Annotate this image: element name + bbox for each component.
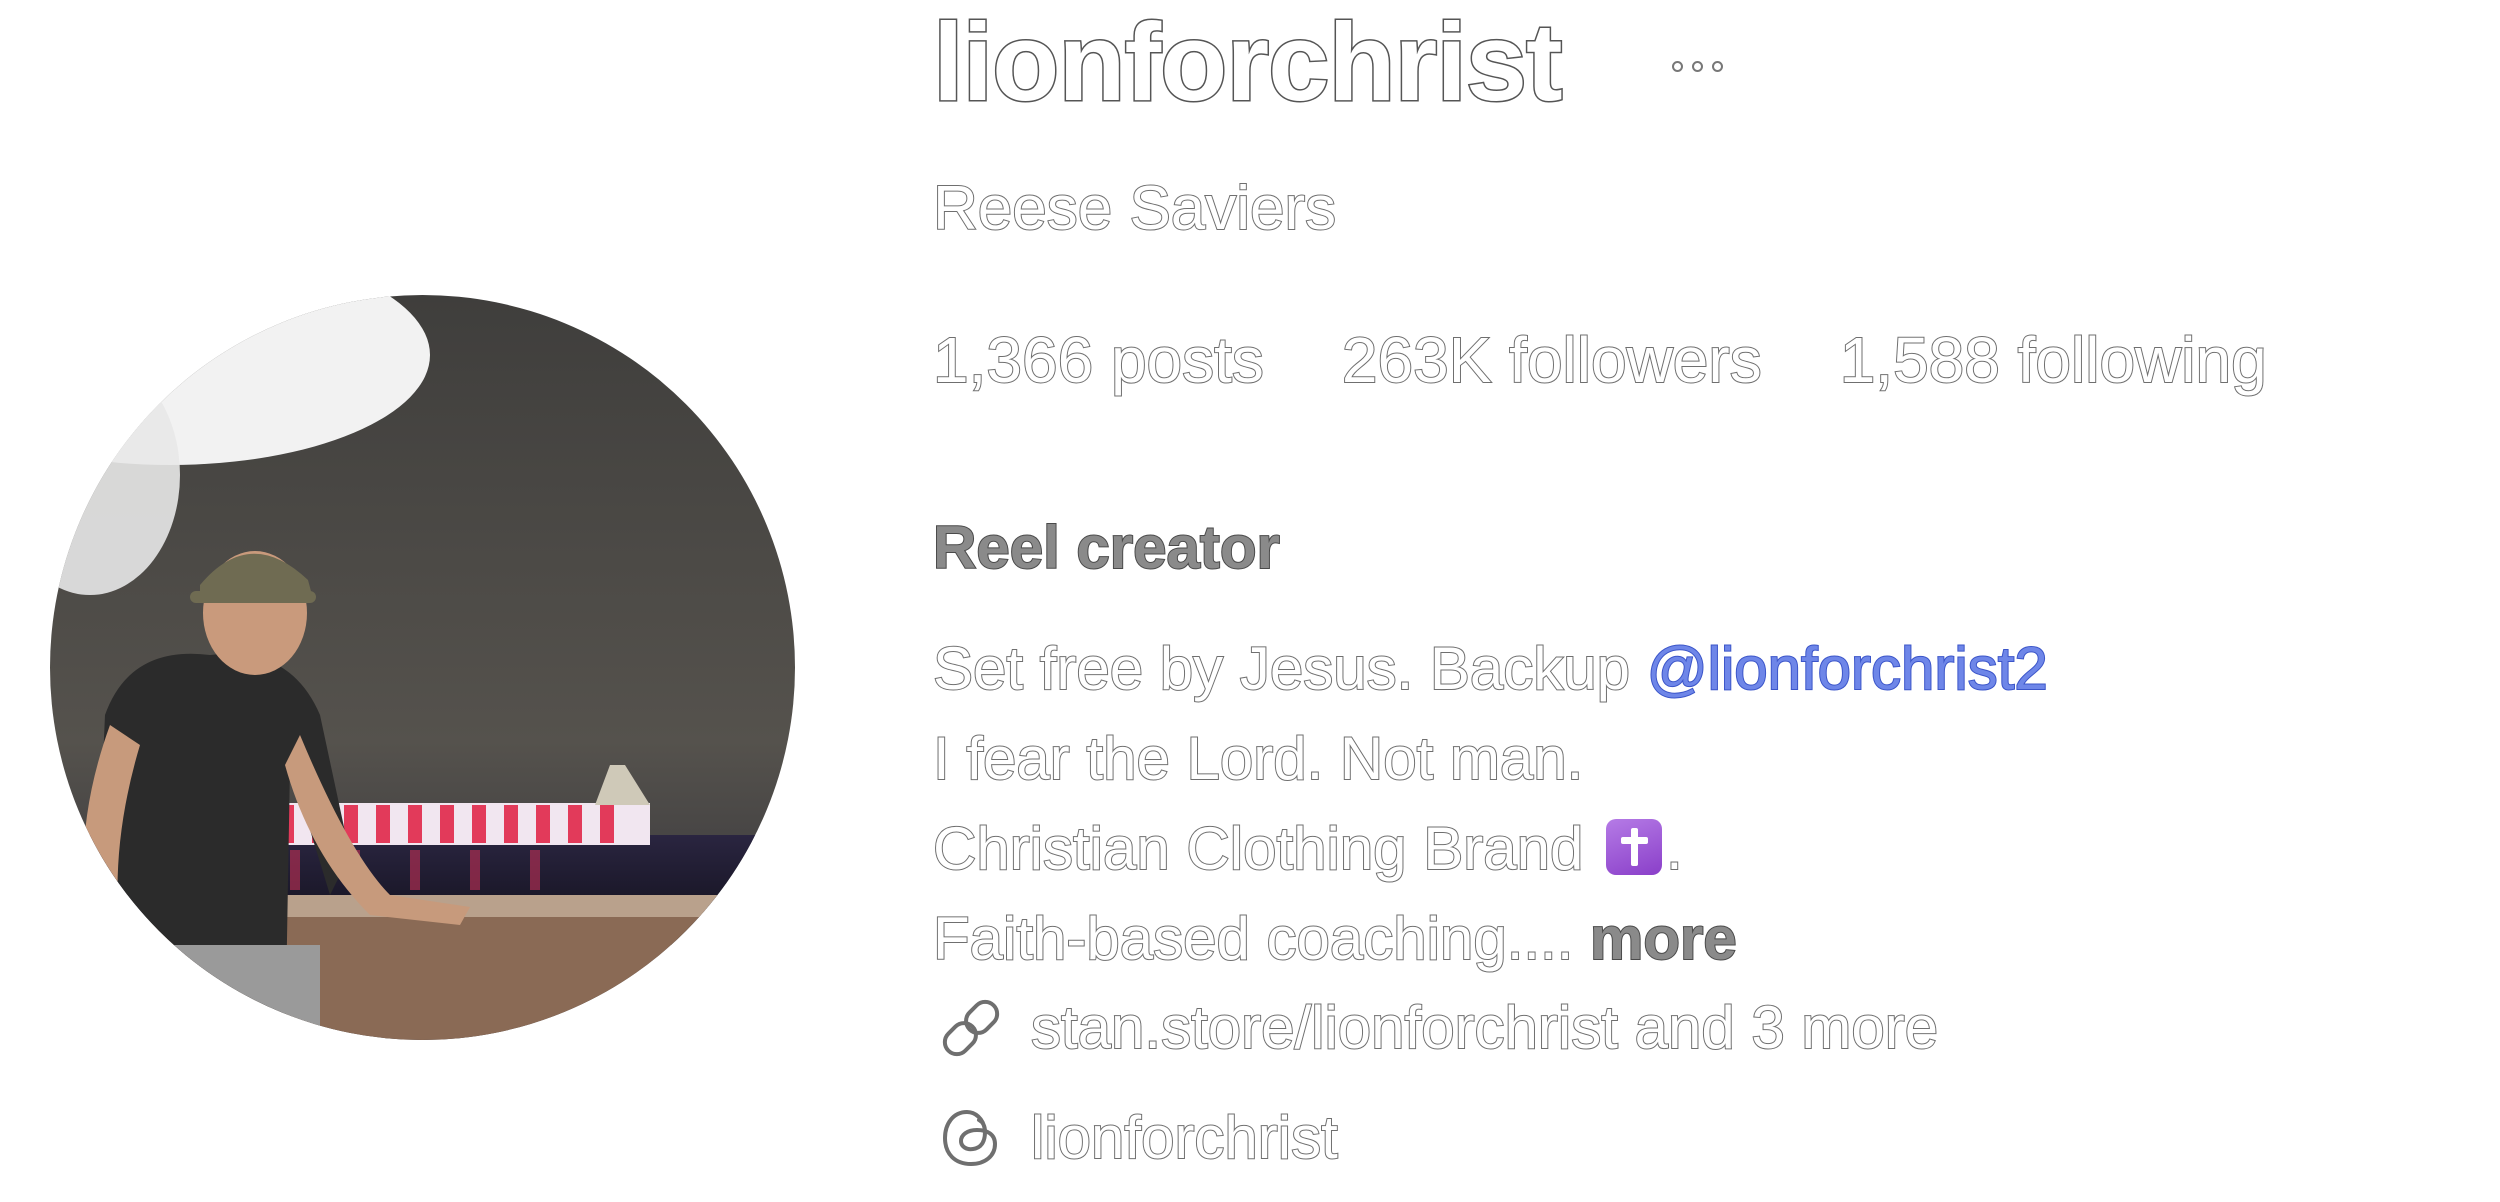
profile-bio: Set free by Jesus. Backup @lionforchrist… — [932, 624, 2049, 984]
bio-line-4: Faith-based coaching.... more — [932, 894, 2048, 984]
profile-username: lionforchrist — [932, 1, 1565, 124]
links-text: stan.store/lionforchrist and 3 more — [1030, 994, 1939, 1061]
dot — [1671, 60, 1683, 72]
threads-handle: lionforchrist — [1030, 1104, 1339, 1171]
bio-line-3: Christian Clothing Brand . — [932, 804, 2048, 894]
bio-more-button[interactable]: more — [1589, 904, 1738, 973]
posts-count[interactable]: 1,366 posts — [932, 327, 1265, 393]
cross-emoji-icon — [1606, 819, 1663, 875]
threads-link[interactable]: lionforchrist — [933, 1100, 1339, 1176]
more-options-icon[interactable] — [1662, 46, 1732, 86]
bio-text: Christian Clothing Brand — [932, 814, 1601, 883]
bio-line-1: Set free by Jesus. Backup @lionforchrist… — [932, 624, 2049, 714]
followers-count[interactable]: 263K followers — [1341, 327, 1763, 393]
profile-category: Reel creator — [932, 514, 1281, 581]
bio-text: Faith-based coaching.... — [932, 904, 1591, 973]
profile-full-name: Reese Saviers — [932, 174, 1337, 243]
dot — [1711, 60, 1723, 72]
bio-text: Set free by Jesus. Backup — [932, 634, 1647, 703]
profile-avatar[interactable] — [50, 295, 795, 1040]
external-links[interactable]: stan.store/lionforchrist and 3 more — [933, 990, 1939, 1066]
avatar-photo — [50, 295, 795, 1040]
link-icon — [933, 990, 1009, 1066]
dot — [1691, 60, 1703, 72]
profile-stats: 1,366 posts 263K followers 1,588 followi… — [932, 327, 2268, 393]
threads-icon — [933, 1100, 1009, 1176]
bio-mention-link[interactable]: @lionforchrist2 — [1646, 634, 2049, 703]
following-count[interactable]: 1,588 following — [1839, 327, 2268, 393]
bio-text: . — [1665, 814, 1684, 883]
bio-line-2: I fear the Lord. Not man. — [932, 724, 1584, 793]
